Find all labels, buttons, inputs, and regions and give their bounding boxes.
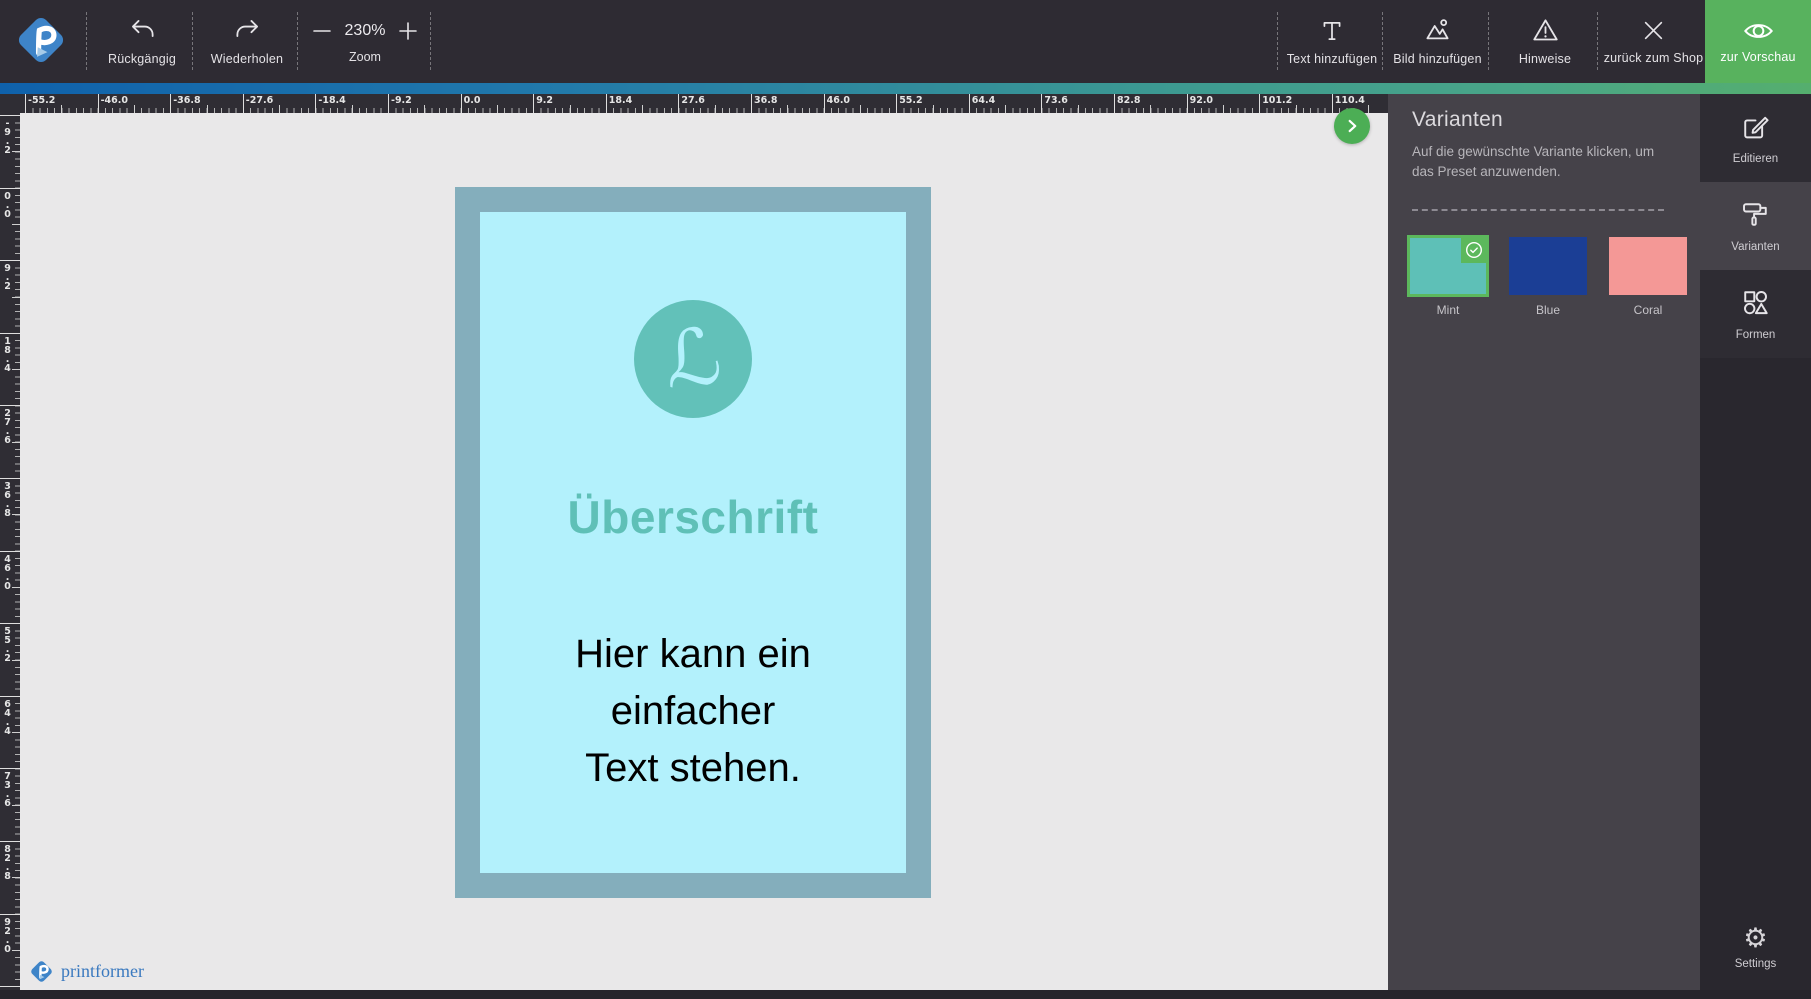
toolbar-separator [192, 12, 193, 70]
paint-roller-icon [1741, 200, 1770, 232]
poster-body-text[interactable]: Hier kann ein einfacher Text stehen. [575, 626, 811, 796]
settings-button[interactable]: ⚙ Settings [1700, 904, 1811, 990]
panel-title: Varianten [1412, 108, 1504, 131]
add-image-label: Bild hinzufügen [1393, 52, 1482, 66]
chevron-right-icon [1348, 119, 1357, 133]
panel-description: Auf die gewünschte Variante klicken, um … [1412, 144, 1655, 180]
back-to-shop-button[interactable]: zurück zum Shop [1602, 0, 1705, 83]
undo-label: Rückgängig [107, 52, 176, 66]
tab-label: Formen [1735, 328, 1776, 341]
right-sidebar: Editieren Varianten Formen ⚙ Settings [1700, 94, 1811, 999]
toolbar-separator [430, 12, 431, 70]
text-icon [1319, 18, 1345, 44]
tab-formen[interactable]: Formen [1700, 270, 1811, 358]
back-to-shop-label: zurück zum Shop [1603, 51, 1704, 65]
variants-panel: Varianten Auf die gewünschte Variante kl… [1388, 94, 1700, 999]
horizontal-ruler: -55.2 -46.0 -36.8 -27.6 -18.4 -9.2 0.0 9.2 18.4 2… [0, 94, 1388, 113]
close-icon [1641, 18, 1666, 43]
zoom-controls: 230% Zoom [300, 0, 430, 83]
workspace: -55.2 -46.0 -36.8 -27.6 -18.4 -9.2 0.0 9.2 18.4 2… [0, 94, 1811, 999]
dashed-divider [1412, 208, 1664, 211]
eye-icon [1743, 20, 1774, 42]
toolbar-separator [1382, 12, 1383, 70]
vertical-ruler: -9.2 0.0 9.2 18.4 27.6 36.8 46.0 55.2 64.4 73.6 82… [0, 113, 20, 990]
undo-icon [129, 17, 156, 44]
tab-editieren[interactable]: Editieren [1700, 94, 1811, 182]
hints-button[interactable]: Hinweise [1493, 0, 1597, 83]
undo-button[interactable]: Rückgängig [92, 0, 192, 83]
add-text-button[interactable]: Text hinzufügen [1282, 0, 1382, 83]
toolbar-separator [1488, 12, 1489, 70]
toolbar-separator [1277, 12, 1278, 70]
printformer-logo-icon[interactable] [12, 11, 70, 69]
poster-artboard[interactable]: ℒ Überschrift Hier kann ein einfacher Te… [455, 187, 931, 898]
poster-heading-text[interactable]: Überschrift [568, 490, 819, 544]
printformer-wordmark: printformer [61, 961, 144, 981]
gear-icon: ⚙ [1743, 922, 1768, 954]
variant-swatch-blue[interactable] [1509, 236, 1587, 295]
bottom-scrollbar-track[interactable] [0, 990, 1811, 999]
image-icon [1424, 17, 1451, 44]
top-toolbar: Rückgängig Wiederholen 230% Zoom Text hi… [0, 0, 1811, 83]
toolbar-separator [86, 12, 87, 70]
variant-swatch-mint[interactable] [1407, 234, 1489, 297]
design-canvas[interactable]: ℒ Überschrift Hier kann ein einfacher Te… [20, 113, 1388, 990]
zoom-level-value: 230% [344, 21, 386, 39]
selected-check-badge [1461, 236, 1487, 263]
check-circle-icon [1465, 241, 1483, 258]
warning-icon [1532, 17, 1559, 44]
tab-label: Editieren [1732, 152, 1779, 165]
tab-label: Varianten [1731, 240, 1780, 253]
hints-label: Hinweise [1518, 52, 1572, 66]
variant-swatch-coral[interactable] [1609, 236, 1687, 295]
toolbar-separator [1597, 12, 1598, 70]
tab-varianten[interactable]: Varianten [1700, 182, 1811, 270]
add-image-button[interactable]: Bild hinzufügen [1387, 0, 1488, 83]
variant-label: Mint [1436, 302, 1460, 317]
redo-button[interactable]: Wiederholen [197, 0, 297, 83]
settings-label: Settings [1734, 957, 1777, 970]
poster-content: ℒ Überschrift Hier kann ein einfacher Te… [480, 212, 906, 873]
variant-label: Blue [1535, 302, 1561, 317]
script-letter-l: ℒ [660, 311, 726, 407]
poster-logo-circle[interactable]: ℒ [634, 300, 752, 418]
preview-label: zur Vorschau [1720, 49, 1796, 64]
redo-label: Wiederholen [210, 52, 284, 66]
zoom-in-button[interactable] [397, 20, 419, 42]
toolbar-separator [297, 12, 298, 70]
printformer-watermark: printformer [28, 958, 144, 985]
accent-gradient-bar [0, 83, 1811, 94]
edit-icon [1741, 112, 1770, 144]
add-text-label: Text hinzufügen [1286, 51, 1378, 66]
zoom-caption: Zoom [349, 49, 381, 64]
printformer-logo-icon [31, 961, 52, 982]
variant-swatch-row: Mint Blue Coral [1407, 234, 1700, 317]
redo-icon [234, 17, 261, 44]
zoom-out-button[interactable] [311, 20, 333, 42]
shapes-icon [1741, 288, 1770, 320]
collapse-panel-button[interactable] [1334, 108, 1370, 144]
variant-label: Coral [1633, 302, 1663, 317]
preview-button[interactable]: zur Vorschau [1705, 0, 1811, 83]
